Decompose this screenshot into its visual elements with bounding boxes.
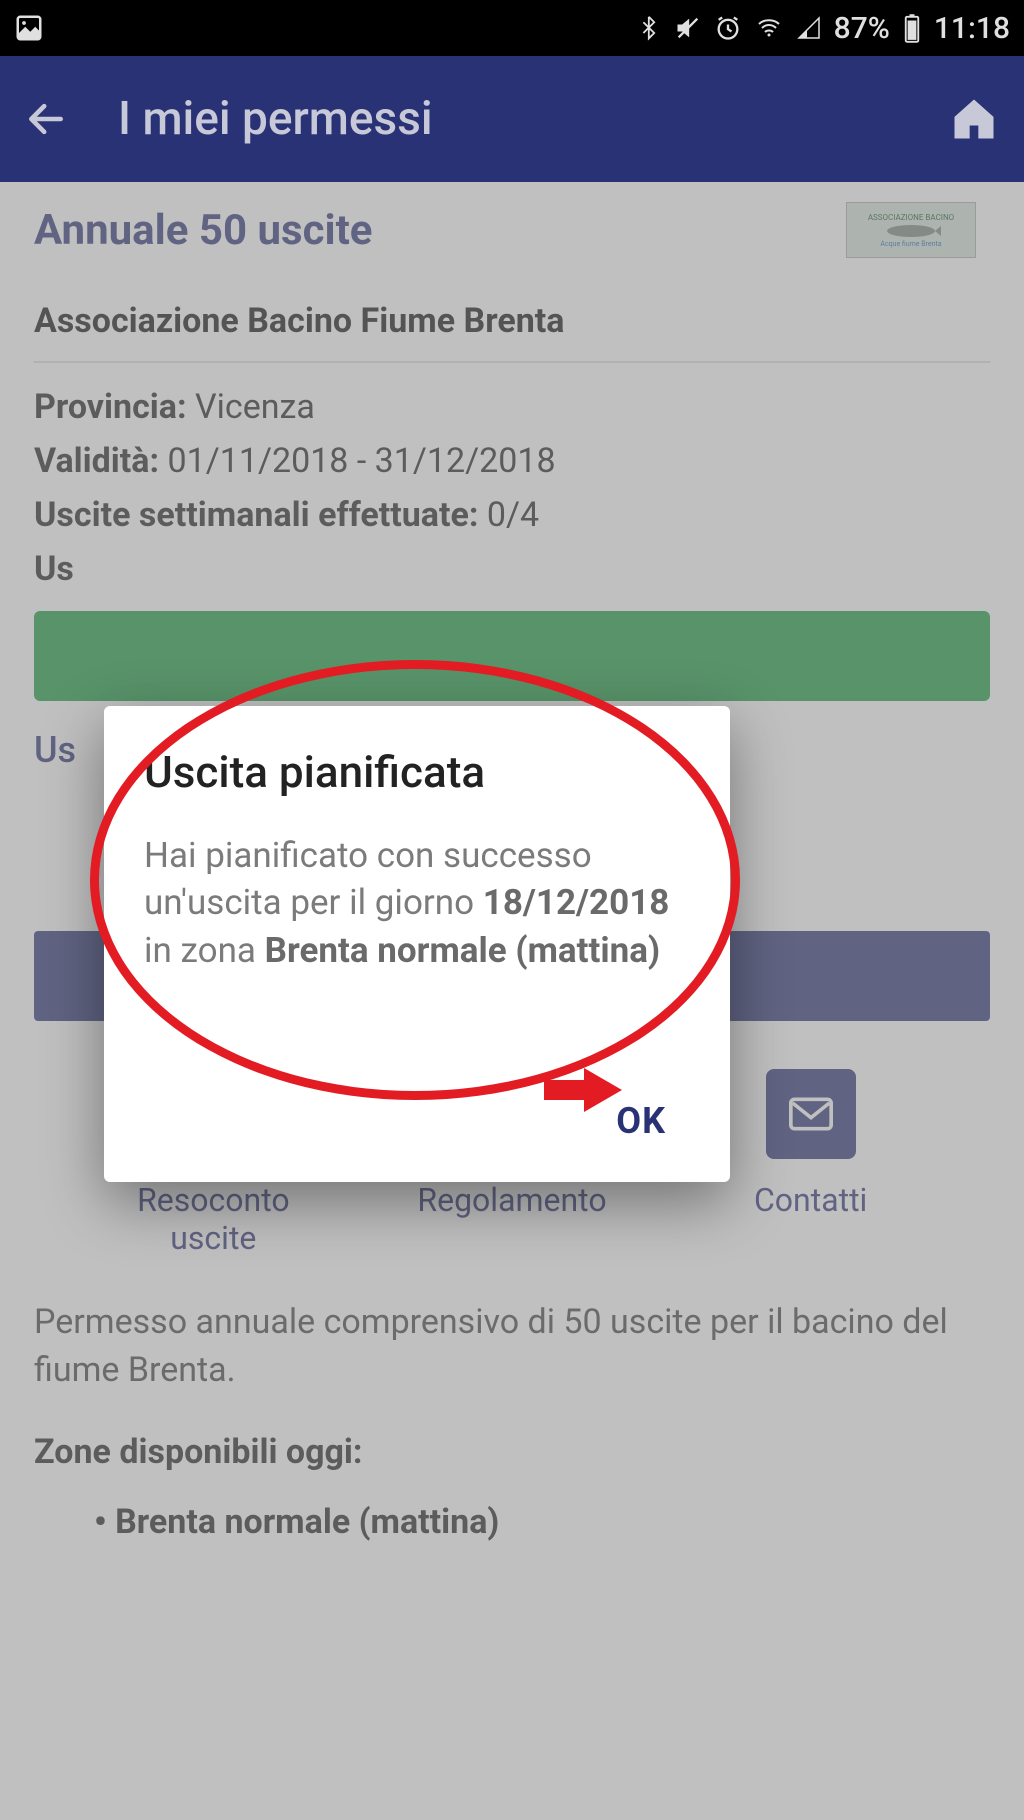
clock-time: 11:18 [934, 11, 1010, 46]
mute-icon [674, 14, 702, 42]
dialog-message: Hai pianificato con successo un'uscita p… [144, 832, 690, 974]
app-bar: I miei permessi [0, 56, 1024, 182]
status-bar: 87% 11:18 [0, 0, 1024, 56]
page-title: I miei permessi [118, 92, 948, 146]
page-content: Annuale 50 uscite ASSOCIAZIONE BACINO Ac… [0, 182, 1024, 1820]
ok-button[interactable]: OK [592, 1084, 690, 1158]
wifi-icon [754, 16, 784, 40]
home-button[interactable] [948, 93, 1000, 145]
battery-icon [902, 13, 922, 43]
battery-percent: 87% [834, 11, 890, 46]
back-button[interactable] [24, 97, 68, 141]
bluetooth-icon [638, 13, 662, 43]
alarm-icon [714, 14, 742, 42]
image-icon [14, 13, 44, 43]
confirmation-dialog: Uscita pianificata Hai pianificato con s… [104, 706, 730, 1182]
signal-icon [796, 16, 822, 40]
dialog-title: Uscita pianificata [144, 746, 690, 798]
